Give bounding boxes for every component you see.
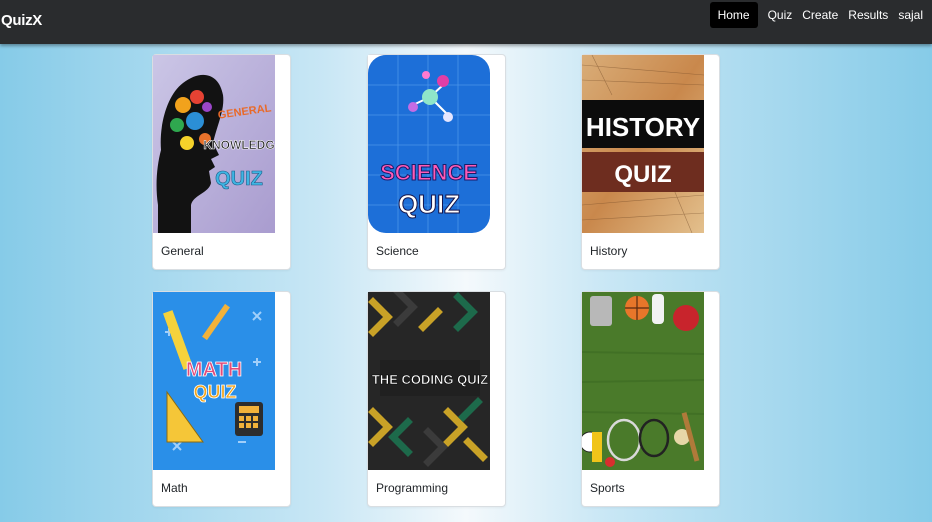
math-image-text-1: MATH — [186, 359, 242, 381]
math-quiz-image: MATH QUIZ — [153, 292, 275, 470]
brand-logo[interactable]: QuizX — [1, 12, 42, 29]
quiz-card-programming[interactable]: THE CODING QUIZ Programming — [367, 291, 506, 507]
top-navbar: QuizX Home Quiz Create Results sajal — [0, 0, 932, 44]
general-image-text-2: KNOWLEDGE — [203, 138, 275, 152]
sports-quiz-image — [582, 292, 704, 470]
nav-create-link[interactable]: Create — [797, 2, 843, 28]
card-title[interactable]: Math — [161, 481, 188, 495]
science-quiz-image: SCIENCE QUIZ — [368, 55, 490, 233]
general-quiz-image: GENERAL KNOWLEDGE QUIZ — [153, 55, 275, 233]
card-title[interactable]: Sports — [590, 481, 625, 495]
history-image-text-2: QUIZ — [614, 161, 671, 188]
programming-image-text: THE CODING QUIZ — [372, 372, 488, 387]
quiz-card-sports[interactable]: Sports — [581, 291, 720, 507]
history-image-text-1: HISTORY — [586, 112, 700, 142]
science-image-text-1: SCIENCE — [380, 160, 478, 185]
nav-user-link[interactable]: sajal — [893, 2, 928, 28]
general-image-text-3: QUIZ — [215, 168, 263, 190]
nav-quiz-link[interactable]: Quiz — [763, 2, 798, 28]
card-title[interactable]: General — [161, 244, 204, 258]
card-title[interactable]: History — [590, 244, 627, 258]
quiz-card-math[interactable]: MATH QUIZ Math — [152, 291, 291, 507]
quiz-card-science[interactable]: SCIENCE QUIZ Science — [367, 54, 506, 270]
nav-links: Home Quiz Create Results sajal — [709, 2, 928, 28]
nav-results-link[interactable]: Results — [843, 2, 893, 28]
math-image-text-2: QUIZ — [194, 382, 237, 402]
science-image-text-2: QUIZ — [398, 189, 460, 219]
nav-home-link[interactable]: Home — [709, 2, 758, 28]
history-quiz-image: HISTORY QUIZ — [582, 55, 704, 233]
card-title[interactable]: Science — [376, 244, 419, 258]
quiz-card-general[interactable]: GENERAL KNOWLEDGE QUIZ General — [152, 54, 291, 270]
card-title[interactable]: Programming — [376, 481, 448, 495]
programming-quiz-image: THE CODING QUIZ — [368, 292, 490, 470]
quiz-card-history[interactable]: HISTORY QUIZ History — [581, 54, 720, 270]
